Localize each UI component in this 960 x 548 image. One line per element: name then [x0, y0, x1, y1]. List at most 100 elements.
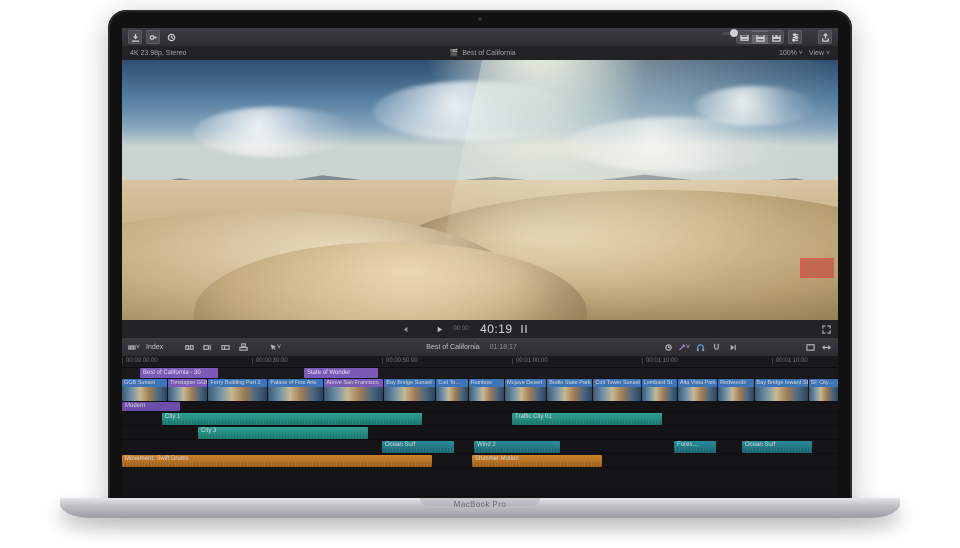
inspector-icon[interactable]: [788, 30, 802, 44]
viewer-canvas[interactable]: [122, 60, 838, 320]
video-clip[interactable]: Bay Bridge toward SF: [755, 379, 808, 401]
audio-clip[interactable]: City 1: [162, 413, 422, 425]
select-tool-icon[interactable]: ˅: [269, 341, 281, 353]
clip-thumbnail: [547, 387, 592, 401]
audio-track[interactable]: City 3: [122, 426, 838, 440]
clip-thumbnail: [324, 387, 383, 401]
primary-storyline[interactable]: GGB SunsetTimelapse GGBFerry Building Pa…: [122, 378, 838, 402]
clip-thumbnail: [755, 387, 808, 401]
ruler-tick: 00:01:00:00: [512, 358, 572, 364]
laptop-model-label: MacBook Pro: [454, 500, 506, 509]
skip-back-icon[interactable]: [400, 323, 412, 335]
video-clip[interactable]: Bay Bridge Sunset: [384, 379, 435, 401]
waveform: [122, 462, 432, 467]
audio-clip[interactable]: City 3: [198, 427, 368, 439]
viewer-view-dropdown[interactable]: View ˅: [809, 50, 830, 57]
video-clip[interactable]: Redwoods: [718, 379, 753, 401]
play-icon[interactable]: [433, 323, 445, 335]
ruler-tick: 00:01:10:00: [772, 358, 832, 364]
clapperboard-icon: 🎬: [450, 49, 459, 57]
clip-label: GGB Sunset: [122, 379, 167, 387]
pause-icon[interactable]: [521, 325, 527, 333]
overwrite-clip-icon[interactable]: [219, 341, 231, 353]
fullscreen-icon[interactable]: [820, 323, 832, 335]
timeline-ruler[interactable]: 00:00:00:0000:00:30:0000:00:50:0000:01:0…: [122, 356, 838, 368]
waveform: [162, 420, 422, 425]
timeline-tracks[interactable]: GGB SunsetTimelapse GGBFerry Building Pa…: [122, 378, 838, 496]
viewer-zoom-dropdown[interactable]: 100% ˅: [779, 50, 803, 57]
clip-label: SF City…: [809, 379, 838, 387]
clip-thumbnail: [168, 387, 207, 401]
video-clip[interactable]: Mojave Desert: [505, 379, 546, 401]
timeline-zoom-knob[interactable]: [730, 29, 738, 37]
clip-label: Palace of Fine Arts: [268, 379, 323, 387]
chapter-marker[interactable]: Best of California - 30: [140, 368, 218, 378]
timecode-prefix: 00:00:: [453, 326, 470, 332]
headphones-icon[interactable]: [694, 341, 706, 353]
audio-track[interactable]: Ocean Surf Wind 2 Fores… Ocean Surf: [122, 440, 838, 454]
waveform: [472, 462, 602, 467]
video-clip[interactable]: Above San Francisco: [324, 379, 383, 401]
title-clip[interactable]: Modern: [122, 402, 180, 411]
share-icon[interactable]: [818, 30, 832, 44]
clip-label: Above San Francisco: [324, 379, 383, 387]
clip-label: Rainbow: [469, 379, 504, 387]
skimming-icon[interactable]: [726, 341, 738, 353]
audio-clip[interactable]: Movement: Swift Drums: [122, 455, 432, 467]
clip-label: Redwoods: [718, 379, 753, 387]
clip-label: Ferry Building Part 2: [208, 379, 267, 387]
timecode-display[interactable]: 40:19: [480, 322, 513, 336]
video-clip[interactable]: Coit To…: [436, 379, 467, 401]
audio-clip[interactable]: Shimmer Motion: [472, 455, 602, 467]
insert-clip-icon[interactable]: [183, 341, 195, 353]
video-clip[interactable]: Rainbow: [469, 379, 504, 401]
audio-track[interactable]: City 1 Traffic City 01: [122, 412, 838, 426]
camera-dot: [478, 17, 482, 21]
import-icon[interactable]: [128, 30, 142, 44]
append-clip-icon[interactable]: [201, 341, 213, 353]
full-timeline-icon[interactable]: [820, 341, 832, 353]
audio-clip[interactable]: Fores…: [674, 441, 716, 453]
chapter-marker[interactable]: State of Wonder: [304, 368, 378, 378]
clip-label: Bay Bridge Sunset: [384, 379, 435, 387]
timeline-theater-icon[interactable]: [804, 341, 816, 353]
clip-label: Lombard St.: [642, 379, 677, 387]
connect-clip-icon[interactable]: [237, 341, 249, 353]
audio-track[interactable]: Movement: Swift Drums Shimmer Motion: [122, 454, 838, 468]
selection-overlay[interactable]: [800, 258, 834, 278]
waveform: [674, 448, 716, 453]
keyword-icon[interactable]: [146, 30, 160, 44]
index-button[interactable]: Index: [146, 344, 163, 351]
clip-label: Bay Bridge toward SF: [755, 379, 808, 387]
video-clip[interactable]: Bodie State Park: [547, 379, 592, 401]
video-clip[interactable]: GGB Sunset: [122, 379, 167, 401]
video-clip[interactable]: SF City…: [809, 379, 838, 401]
enhance-icon[interactable]: ˅: [678, 341, 690, 353]
video-clip[interactable]: Lombard St.: [642, 379, 677, 401]
marker-row[interactable]: Best of California - 30 State of Wonder: [122, 368, 838, 378]
video-clip[interactable]: Coit Tower Sunset: [593, 379, 640, 401]
audio-clip[interactable]: Wind 2: [474, 441, 560, 453]
clip-thumbnail: [593, 387, 640, 401]
retime-icon[interactable]: [662, 341, 674, 353]
video-clip[interactable]: Palace of Fine Arts: [268, 379, 323, 401]
clip-thumbnail: [505, 387, 546, 401]
clip-thumbnail: [122, 387, 167, 401]
timeline-toolbar: ˅ Index ˅ Best of California 01:18:17 ˅: [122, 338, 838, 356]
audio-clip[interactable]: Traffic City 01: [512, 413, 662, 425]
video-clip[interactable]: Ferry Building Part 2: [208, 379, 267, 401]
clip-appearance-icon[interactable]: ˅: [128, 341, 140, 353]
clip-thumbnail: [642, 387, 677, 401]
video-clip[interactable]: Timelapse GGB: [168, 379, 207, 401]
audio-clip[interactable]: Ocean Surf: [382, 441, 454, 453]
clip-thumbnail: [809, 387, 838, 401]
laptop-frame: 4K 23.98p, Stereo 🎬 Best of California 1…: [60, 0, 900, 548]
clip-thumbnail: [436, 387, 467, 401]
background-tasks-icon[interactable]: [164, 30, 178, 44]
clip-thumbnail: [384, 387, 435, 401]
title-track[interactable]: Modern: [122, 402, 838, 412]
audio-clip[interactable]: Ocean Surf: [742, 441, 812, 453]
video-clip[interactable]: Alta Vista Park: [678, 379, 717, 401]
clip-label: Mojave Desert: [505, 379, 546, 387]
snapping-icon[interactable]: [710, 341, 722, 353]
